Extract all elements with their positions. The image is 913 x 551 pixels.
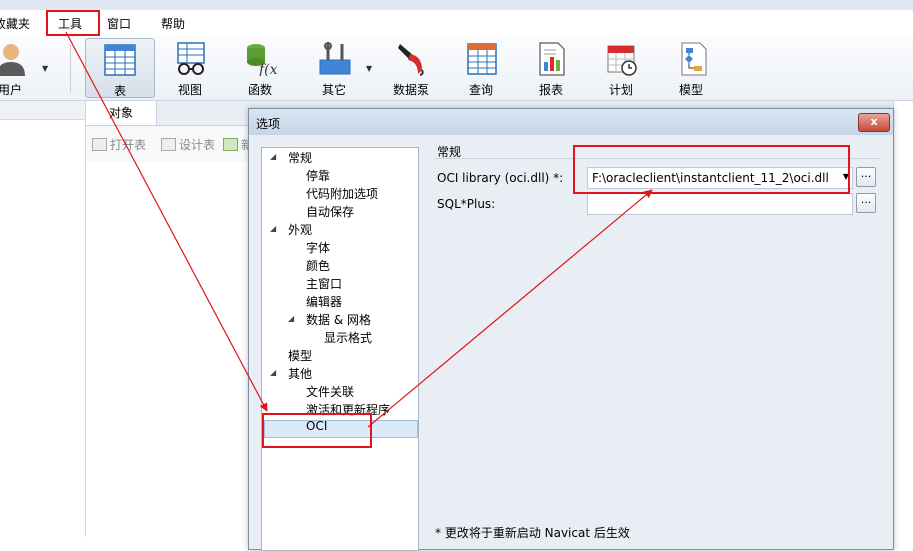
- arrow-tools-to-oci: [65, 31, 268, 412]
- arrow-oci-to-path: [367, 189, 653, 428]
- annotation-arrows: [65, 31, 653, 428]
